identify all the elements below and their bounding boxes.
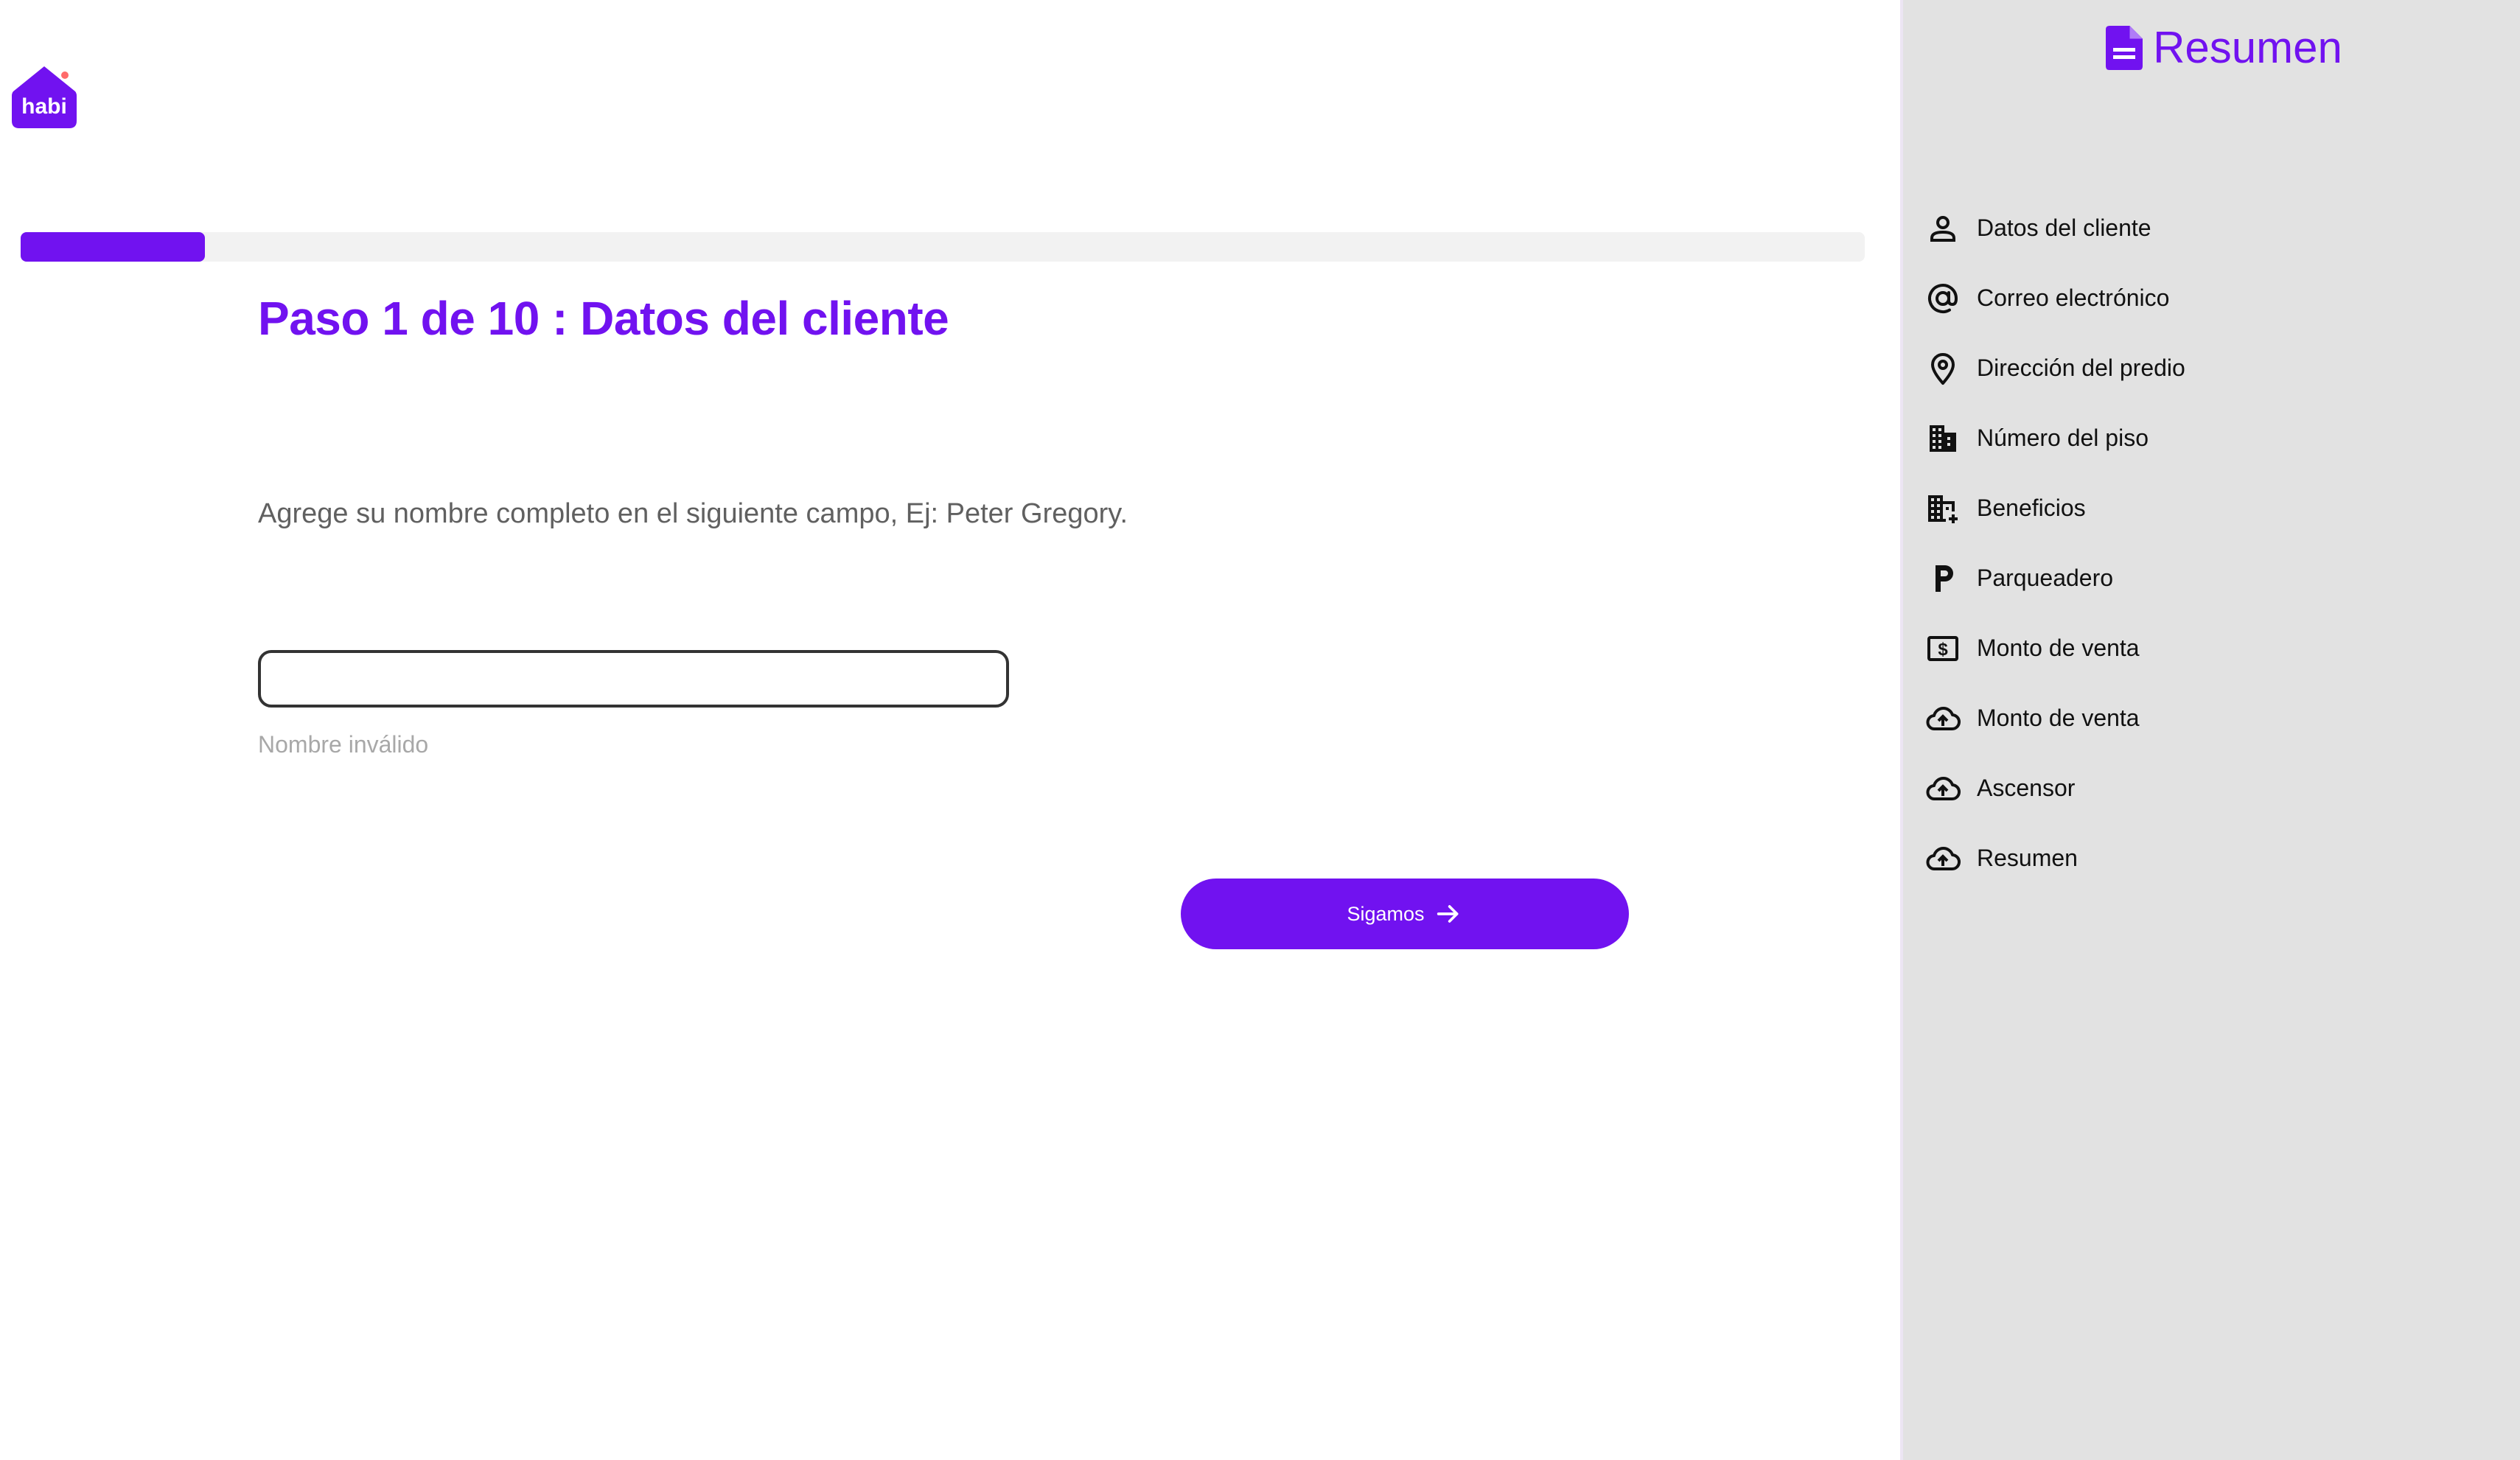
progress-bar — [21, 232, 1865, 262]
location-pin-icon — [1925, 351, 1961, 386]
sidebar-header: Resumen — [1903, 22, 2520, 73]
summary-item-label: Parqueadero — [1977, 565, 2114, 591]
summary-item-label: Datos del cliente — [1977, 214, 2151, 241]
sidebar-title: Resumen — [2153, 23, 2342, 72]
at-sign-icon — [1925, 281, 1961, 316]
summary-item-correo-electronico[interactable]: Correo electrónico — [1903, 263, 2520, 333]
parking-icon — [1925, 561, 1961, 596]
name-error-message: Nombre inválido — [258, 731, 429, 758]
summary-item-label: Resumen — [1977, 845, 2078, 871]
summary-item-label: Monto de venta — [1977, 705, 2140, 731]
summary-item-resumen[interactable]: Resumen — [1903, 823, 2520, 893]
summary-item-label: Número del piso — [1977, 425, 2149, 451]
full-name-input[interactable] — [258, 650, 1009, 708]
summary-item-numero-del-piso[interactable]: Número del piso — [1903, 403, 2520, 473]
step-title: Paso 1 de 10 : Datos del cliente — [258, 292, 949, 345]
summary-item-beneficios[interactable]: Beneficios — [1903, 473, 2520, 543]
summary-item-direccion-del-predio[interactable]: Dirección del predio — [1903, 333, 2520, 403]
progress-fill — [21, 232, 206, 262]
summary-item-ascensor[interactable]: Ascensor — [1903, 753, 2520, 823]
next-button[interactable]: Sigamos — [1181, 879, 1629, 949]
svg-text:$: $ — [1938, 640, 1948, 660]
document-icon — [2106, 25, 2143, 70]
summary-item-label: Dirección del predio — [1977, 354, 2185, 381]
summary-item-datos-del-cliente[interactable]: Datos del cliente — [1903, 193, 2520, 263]
building-plus-icon — [1925, 491, 1961, 526]
summary-item-label: Monto de venta — [1977, 635, 2140, 661]
summary-item-label: Beneficios — [1977, 495, 2086, 521]
page: habi Paso 1 de 10 : Datos del cliente Ag… — [0, 0, 2520, 1460]
summary-item-parqueadero[interactable]: Parqueadero — [1903, 543, 2520, 613]
habi-logo-icon: habi — [12, 66, 77, 128]
cloud-upload-icon — [1925, 771, 1961, 806]
arrow-right-icon — [1437, 905, 1459, 923]
habi-logo[interactable]: habi — [10, 65, 78, 130]
summary-item-label: Ascensor — [1977, 775, 2076, 801]
next-button-label: Sigamos — [1347, 902, 1425, 925]
instruction-text: Agrege su nombre completo en el siguient… — [258, 498, 1128, 529]
summary-item-label: Correo electrónico — [1977, 284, 2170, 311]
summary-item-monto-de-venta[interactable]: $ Monto de venta — [1903, 613, 2520, 683]
building-icon — [1925, 421, 1961, 456]
person-icon — [1925, 211, 1961, 246]
summary-list: Datos del cliente Correo electrónico Dir… — [1903, 193, 2520, 893]
money-icon: $ — [1925, 631, 1961, 666]
cloud-upload-icon — [1925, 701, 1961, 736]
summary-sidebar: Resumen Datos del cliente Correo electró… — [1900, 0, 2520, 1460]
cloud-upload-icon — [1925, 841, 1961, 876]
logo-text: habi — [21, 94, 67, 119]
summary-item-monto-de-venta-2[interactable]: Monto de venta — [1903, 683, 2520, 753]
main-content: habi Paso 1 de 10 : Datos del cliente Ag… — [0, 0, 1900, 1460]
